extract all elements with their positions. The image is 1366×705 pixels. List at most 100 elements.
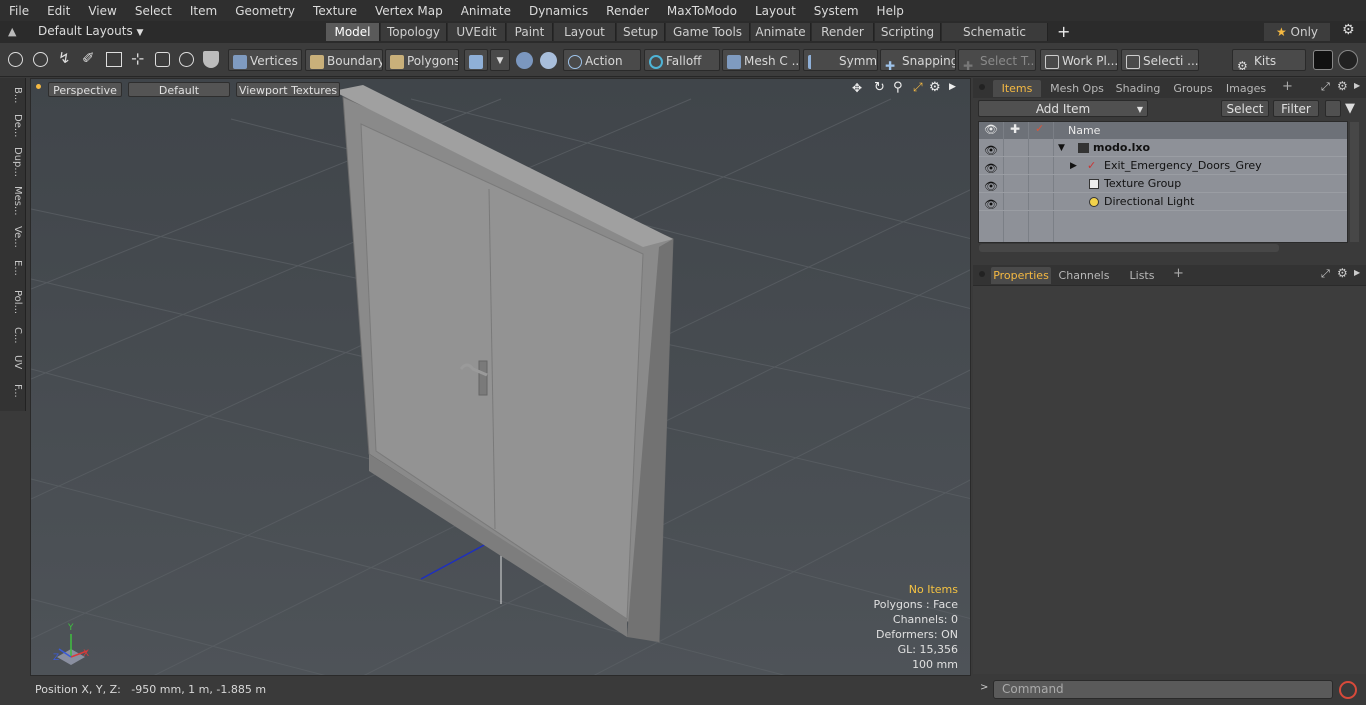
menu-select[interactable]: Select	[126, 4, 181, 18]
list-item[interactable]: 👁 ▶ ✓ Exit_Emergency_Doors_Grey	[979, 157, 1347, 175]
work-plane-button[interactable]: Work Pl...	[1040, 49, 1118, 71]
left-tab-fusion[interactable]: F...	[3, 376, 23, 406]
brush-icon[interactable]: ✐	[82, 49, 95, 67]
left-tab-duplicate[interactable]: Dup...	[3, 144, 23, 180]
panel-popout-icon[interactable]: ⤢	[1321, 267, 1330, 281]
tab-render[interactable]: Render	[812, 23, 874, 41]
left-tab-curve[interactable]: C...	[3, 322, 23, 348]
left-tab-uv[interactable]: UV	[3, 350, 23, 374]
panel-expand-icon[interactable]: ▶	[1354, 81, 1360, 90]
tab-topology[interactable]: Topology	[381, 23, 447, 41]
shield-icon[interactable]	[203, 51, 219, 68]
action-button[interactable]: Action	[563, 49, 641, 71]
mode-dropdown[interactable]: ▼	[490, 49, 510, 71]
panel-expand-icon[interactable]: ▶	[1354, 268, 1360, 277]
menu-animate[interactable]: Animate	[452, 4, 520, 18]
left-tab-vertex[interactable]: Ve...	[3, 222, 23, 252]
view-perspective-button[interactable]: Perspective	[48, 82, 122, 97]
tab-shading[interactable]: Shading	[1111, 80, 1165, 97]
menu-layout[interactable]: Layout	[746, 4, 805, 18]
list-scrollbar[interactable]	[1350, 122, 1359, 242]
eye-icon[interactable]: 👁	[984, 160, 998, 175]
panel-popout-icon[interactable]: ⤢	[1321, 80, 1330, 94]
viewport-scene[interactable]	[31, 79, 971, 676]
layouts-dropdown[interactable]: Default Layouts ▼	[38, 24, 143, 38]
collapse-list-icon[interactable]	[1325, 100, 1341, 117]
list-item[interactable]: 👁 Texture Group	[979, 175, 1347, 193]
only-button[interactable]: ★ Only	[1264, 23, 1330, 41]
type-column-icon[interactable]: ✓	[1035, 122, 1044, 135]
menu-item[interactable]: Item	[181, 4, 226, 18]
tab-items[interactable]: Items	[993, 80, 1041, 97]
left-tab-polygon[interactable]: Pol...	[3, 284, 23, 320]
tab-groups[interactable]: Groups	[1168, 80, 1218, 97]
add-panel-tab-icon[interactable]: +	[1282, 79, 1293, 94]
maximize-view-icon[interactable]: ⤢	[913, 80, 923, 95]
items-list[interactable]: 👁 ✚ ✓ Name 👁 ▼ modo.lxo 👁 ▶ ✓ Exit_Emerg…	[978, 121, 1348, 243]
left-tab-edge[interactable]: E...	[3, 254, 23, 282]
command-input[interactable]: Command	[993, 680, 1333, 699]
material-icon[interactable]	[516, 52, 533, 69]
align-icon[interactable]	[106, 52, 122, 67]
menu-help[interactable]: Help	[868, 4, 913, 18]
texture-icon[interactable]	[540, 52, 557, 69]
circle-select-icon[interactable]	[8, 52, 23, 67]
3d-viewport[interactable]: Y X Z Perspective Default Viewport Textu…	[30, 78, 971, 676]
rotate-view-icon[interactable]: ↻	[874, 80, 885, 95]
gear-icon[interactable]: ⚙	[1342, 22, 1355, 38]
panel-menu-dot-icon[interactable]	[979, 271, 985, 277]
tab-layout[interactable]: Layout	[554, 23, 616, 41]
tab-model[interactable]: Model	[326, 23, 380, 41]
add-tab-icon[interactable]: +	[1057, 22, 1070, 41]
list-item[interactable]: 👁 Directional Light	[979, 193, 1347, 211]
pen-icon[interactable]: ↯	[58, 49, 71, 67]
tab-animate[interactable]: Animate	[751, 23, 811, 41]
boundary-button[interactable]: Boundary	[305, 49, 383, 71]
snapping-button[interactable]: ✚ Snapping	[880, 49, 956, 71]
tab-uvedit[interactable]: UVEdit	[448, 23, 506, 41]
expand-arrow-icon[interactable]: ▼	[1058, 139, 1065, 157]
panel-menu-dot-icon[interactable]	[979, 84, 985, 90]
item-mode-button[interactable]	[464, 49, 488, 71]
tab-game-tools[interactable]: Game Tools	[666, 23, 750, 41]
name-column-header[interactable]: Name	[1068, 124, 1100, 137]
unreal-icon[interactable]	[1338, 50, 1358, 70]
viewport-textures-button[interactable]: Viewport Textures	[236, 82, 340, 97]
viewport-settings-icon[interactable]: ⚙	[929, 80, 941, 95]
left-tab-deform[interactable]: De...	[3, 110, 23, 142]
list-hscrollbar[interactable]	[979, 244, 1279, 252]
tab-paint[interactable]: Paint	[507, 23, 553, 41]
menu-edit[interactable]: Edit	[38, 4, 79, 18]
visibility-column-icon[interactable]: 👁	[984, 123, 998, 136]
collapse-icon[interactable]: ▲	[8, 25, 16, 38]
viewport-expand-icon[interactable]: ▶	[949, 82, 956, 92]
vertices-button[interactable]: Vertices	[228, 49, 302, 71]
menu-texture[interactable]: Texture	[304, 4, 366, 18]
panel-gear-icon[interactable]: ⚙	[1337, 79, 1348, 93]
record-icon[interactable]	[1339, 681, 1357, 699]
panel-gear-icon[interactable]: ⚙	[1337, 266, 1348, 280]
symmetry-button[interactable]: Symm ...	[803, 49, 878, 71]
eye-icon[interactable]: 👁	[984, 178, 998, 193]
funnel-icon[interactable]: ▼	[1345, 101, 1355, 116]
viewport-menu-dot-icon[interactable]	[36, 84, 41, 89]
left-tab-mesh[interactable]: Mes...	[3, 182, 23, 220]
menu-file[interactable]: File	[0, 4, 38, 18]
center-icon[interactable]: ⊹	[131, 49, 144, 68]
add-panel-tab-icon[interactable]: +	[1173, 266, 1184, 281]
falloff-button[interactable]: Falloff	[644, 49, 720, 71]
globe-icon[interactable]	[33, 52, 48, 67]
sphere-icon[interactable]	[179, 52, 194, 67]
menu-vertex-map[interactable]: Vertex Map	[366, 4, 452, 18]
add-item-button[interactable]: Add Item ▼	[978, 100, 1148, 117]
left-tab-basic[interactable]: B...	[3, 82, 23, 108]
tab-properties[interactable]: Properties	[991, 267, 1051, 284]
list-item[interactable]: 👁 ▼ modo.lxo	[979, 139, 1347, 157]
tab-schematic-fusion[interactable]: Schematic Fusion	[942, 23, 1048, 57]
tab-channels[interactable]: Channels	[1055, 267, 1113, 284]
tab-mesh-ops[interactable]: Mesh Ops	[1046, 80, 1108, 97]
tab-lists[interactable]: Lists	[1119, 267, 1165, 284]
tab-setup[interactable]: Setup	[617, 23, 665, 41]
menu-maxtomodo[interactable]: MaxToModo	[658, 4, 746, 18]
select-through-button[interactable]: ✚ Select T...	[958, 49, 1036, 71]
